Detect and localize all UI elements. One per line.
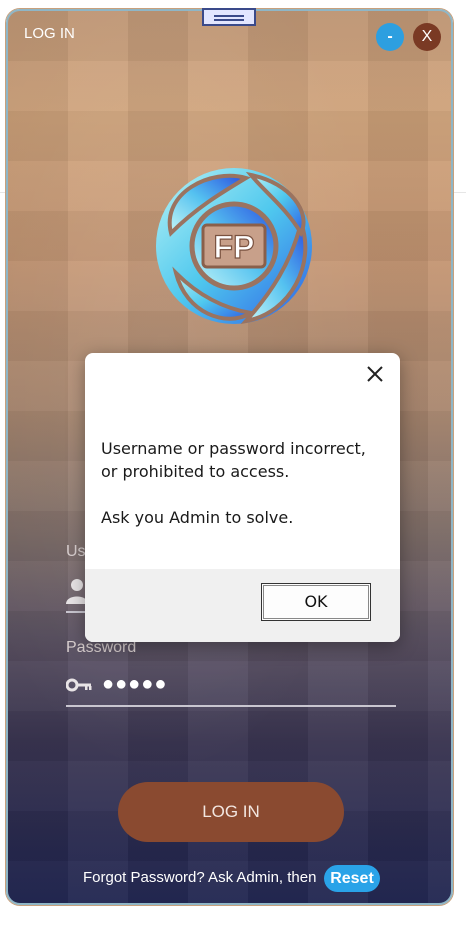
forgot-password-text: Forgot Password? Ask Admin, then xyxy=(83,869,317,886)
drag-handle-icon[interactable] xyxy=(202,8,256,26)
minimize-button[interactable]: - xyxy=(376,23,404,51)
close-button[interactable]: X xyxy=(413,23,441,51)
login-button[interactable]: LOG IN xyxy=(118,782,344,842)
logo-text: FP xyxy=(214,229,255,265)
dialog-message: Username or password incorrect, or prohi… xyxy=(101,437,386,529)
window-title: LOG IN xyxy=(24,25,75,42)
error-dialog: Username or password incorrect, or prohi… xyxy=(85,353,400,642)
reset-button[interactable]: Reset xyxy=(324,865,380,892)
dialog-footer: OK xyxy=(85,569,400,642)
ok-button[interactable]: OK xyxy=(261,583,371,621)
key-icon xyxy=(65,677,92,698)
username-label: Us xyxy=(66,543,86,560)
dialog-message-line: or prohibited to access. xyxy=(101,462,290,481)
app-logo: FP xyxy=(151,163,317,334)
dialog-message-line: Username or password incorrect, xyxy=(101,439,366,458)
dialog-message-line: Ask you Admin to solve. xyxy=(101,508,294,527)
password-underline xyxy=(66,705,396,707)
password-input[interactable]: ●●●●● xyxy=(102,673,167,696)
dialog-close-icon[interactable] xyxy=(364,363,386,385)
